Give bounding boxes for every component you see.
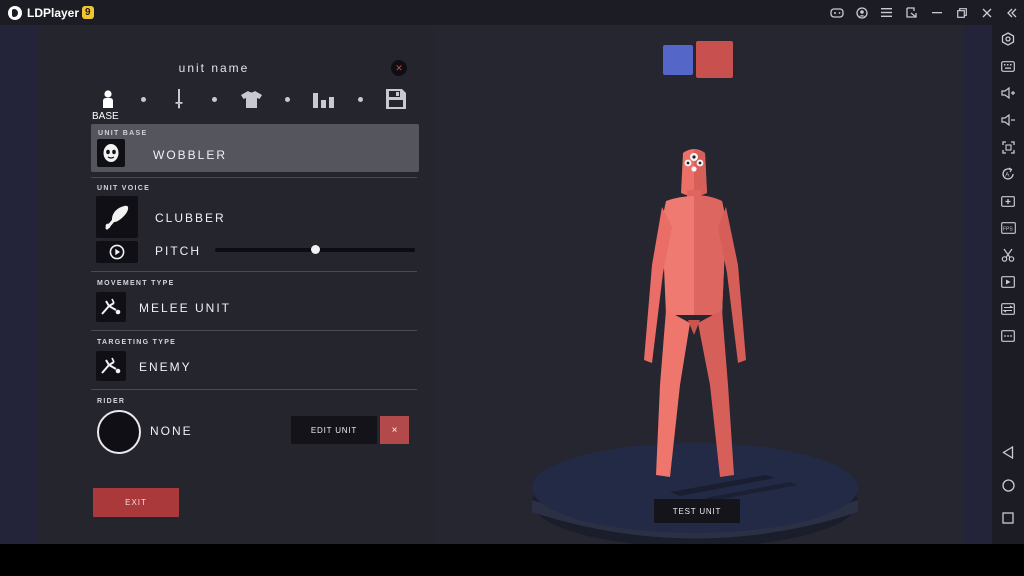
keyboard-icon[interactable] <box>998 56 1018 76</box>
pitch-slider-handle[interactable] <box>310 245 320 254</box>
movement-type-value: MELEE UNIT <box>139 301 232 315</box>
wobbler-unit-model <box>644 149 746 477</box>
version-badge: 9 <box>82 6 94 19</box>
tab-separator-dot <box>141 97 146 102</box>
shirt-icon <box>240 90 262 108</box>
restore-icon[interactable] <box>949 0 974 25</box>
unit-voice-label: UNIT VOICE <box>97 185 151 192</box>
close-icon[interactable] <box>974 0 999 25</box>
play-voice-button[interactable] <box>96 241 138 263</box>
unit-voice-value: CLUBBER <box>155 211 226 225</box>
tab-separator-dot <box>358 97 363 102</box>
scissors-icon[interactable] <box>998 245 1018 265</box>
team-red-swatch[interactable] <box>696 41 733 78</box>
exit-button[interactable]: EXIT <box>93 488 179 517</box>
app-logo: LDPlayer 9 <box>8 5 94 20</box>
rider-section: RIDER <box>91 398 419 405</box>
back-icon[interactable] <box>998 442 1018 462</box>
unit-base-value: WOBBLER <box>153 148 228 162</box>
sync-icon[interactable] <box>998 299 1018 319</box>
pitch-label: PITCH <box>155 244 201 258</box>
section-divider <box>91 389 417 390</box>
close-editor-button[interactable]: ✕ <box>391 60 407 76</box>
auto-rotate-icon[interactable]: A <box>998 164 1018 184</box>
wobbler-face-icon <box>103 144 119 162</box>
gamepad-icon[interactable] <box>824 0 849 25</box>
account-icon[interactable] <box>849 0 874 25</box>
screenshot-frame-icon[interactable] <box>998 137 1018 157</box>
tab-stats[interactable] <box>312 88 336 110</box>
target-icon <box>101 357 121 374</box>
tab-clothing[interactable] <box>240 88 262 110</box>
targeting-type-label: TARGETING TYPE <box>97 339 177 346</box>
unit-base-selector[interactable]: UNIT BASE WOBBLER <box>91 124 419 172</box>
edit-unit-button[interactable]: EDIT UNIT <box>291 416 377 444</box>
tab-save[interactable] <box>385 88 407 110</box>
recents-icon[interactable] <box>998 508 1018 528</box>
svg-text:FPS: FPS <box>1003 226 1013 232</box>
rider-value: NONE <box>150 424 193 438</box>
movement-type-selector[interactable] <box>96 292 126 322</box>
floppy-icon <box>386 89 406 109</box>
emulator-title-bar: LDPlayer 9 <box>0 0 1024 25</box>
club-icon <box>105 205 129 230</box>
remove-rider-button[interactable]: × <box>380 416 409 444</box>
unit-base-icon-box <box>97 139 125 167</box>
voice-selector[interactable] <box>96 196 138 238</box>
volume-up-icon[interactable] <box>998 83 1018 103</box>
game-viewport: unit name ✕ BASE UNIT BASE WOBBLER UNIT … <box>0 25 992 544</box>
section-divider <box>91 271 417 272</box>
test-unit-button[interactable]: TEST UNIT <box>654 499 740 523</box>
menu-icon[interactable] <box>874 0 899 25</box>
tab-separator-dot <box>285 97 290 102</box>
team-blue-swatch[interactable] <box>663 45 693 75</box>
more-icon[interactable] <box>998 326 1018 346</box>
rider-label: RIDER <box>97 398 126 405</box>
viewport-left-edge <box>0 25 38 544</box>
melee-icon <box>101 298 121 315</box>
movement-type-label: MOVEMENT TYPE <box>97 280 175 287</box>
person-icon <box>103 89 113 108</box>
video-record-icon[interactable] <box>998 272 1018 292</box>
svg-text:A: A <box>1005 173 1009 179</box>
add-apk-icon[interactable] <box>998 191 1018 211</box>
unit-voice-section: UNIT VOICE <box>91 185 419 192</box>
viewport-right-edge <box>964 25 992 544</box>
app-name: LDPlayer <box>27 5 80 20</box>
collapse-sidebar-icon[interactable] <box>999 0 1024 25</box>
volume-down-icon[interactable] <box>998 110 1018 130</box>
play-icon <box>109 244 125 260</box>
unit-name-title[interactable]: unit name <box>0 61 428 75</box>
ldplayer-logo-icon <box>8 5 22 20</box>
home-icon[interactable] <box>998 475 1018 495</box>
section-divider <box>91 177 417 178</box>
bar-chart-icon <box>313 92 334 108</box>
emulator-sidebar: A FPS <box>992 25 1024 544</box>
unit-base-label: UNIT BASE <box>98 130 148 137</box>
tab-base[interactable] <box>99 88 117 110</box>
tab-base-label: BASE <box>92 111 119 122</box>
targeting-type-value: ENEMY <box>139 360 192 374</box>
rider-selector[interactable] <box>97 410 141 454</box>
bottom-strip <box>0 544 1024 576</box>
minimize-icon[interactable] <box>924 0 949 25</box>
targeting-type-section: TARGETING TYPE <box>91 339 419 346</box>
sword-icon <box>175 89 183 109</box>
targeting-type-selector[interactable] <box>96 351 126 381</box>
popout-icon[interactable] <box>899 0 924 25</box>
section-divider <box>91 330 417 331</box>
movement-type-section: MOVEMENT TYPE <box>91 280 419 287</box>
tab-weapon[interactable] <box>172 88 186 110</box>
fps-icon[interactable]: FPS <box>998 218 1018 238</box>
tab-separator-dot <box>212 97 217 102</box>
settings-hex-icon[interactable] <box>998 29 1018 49</box>
